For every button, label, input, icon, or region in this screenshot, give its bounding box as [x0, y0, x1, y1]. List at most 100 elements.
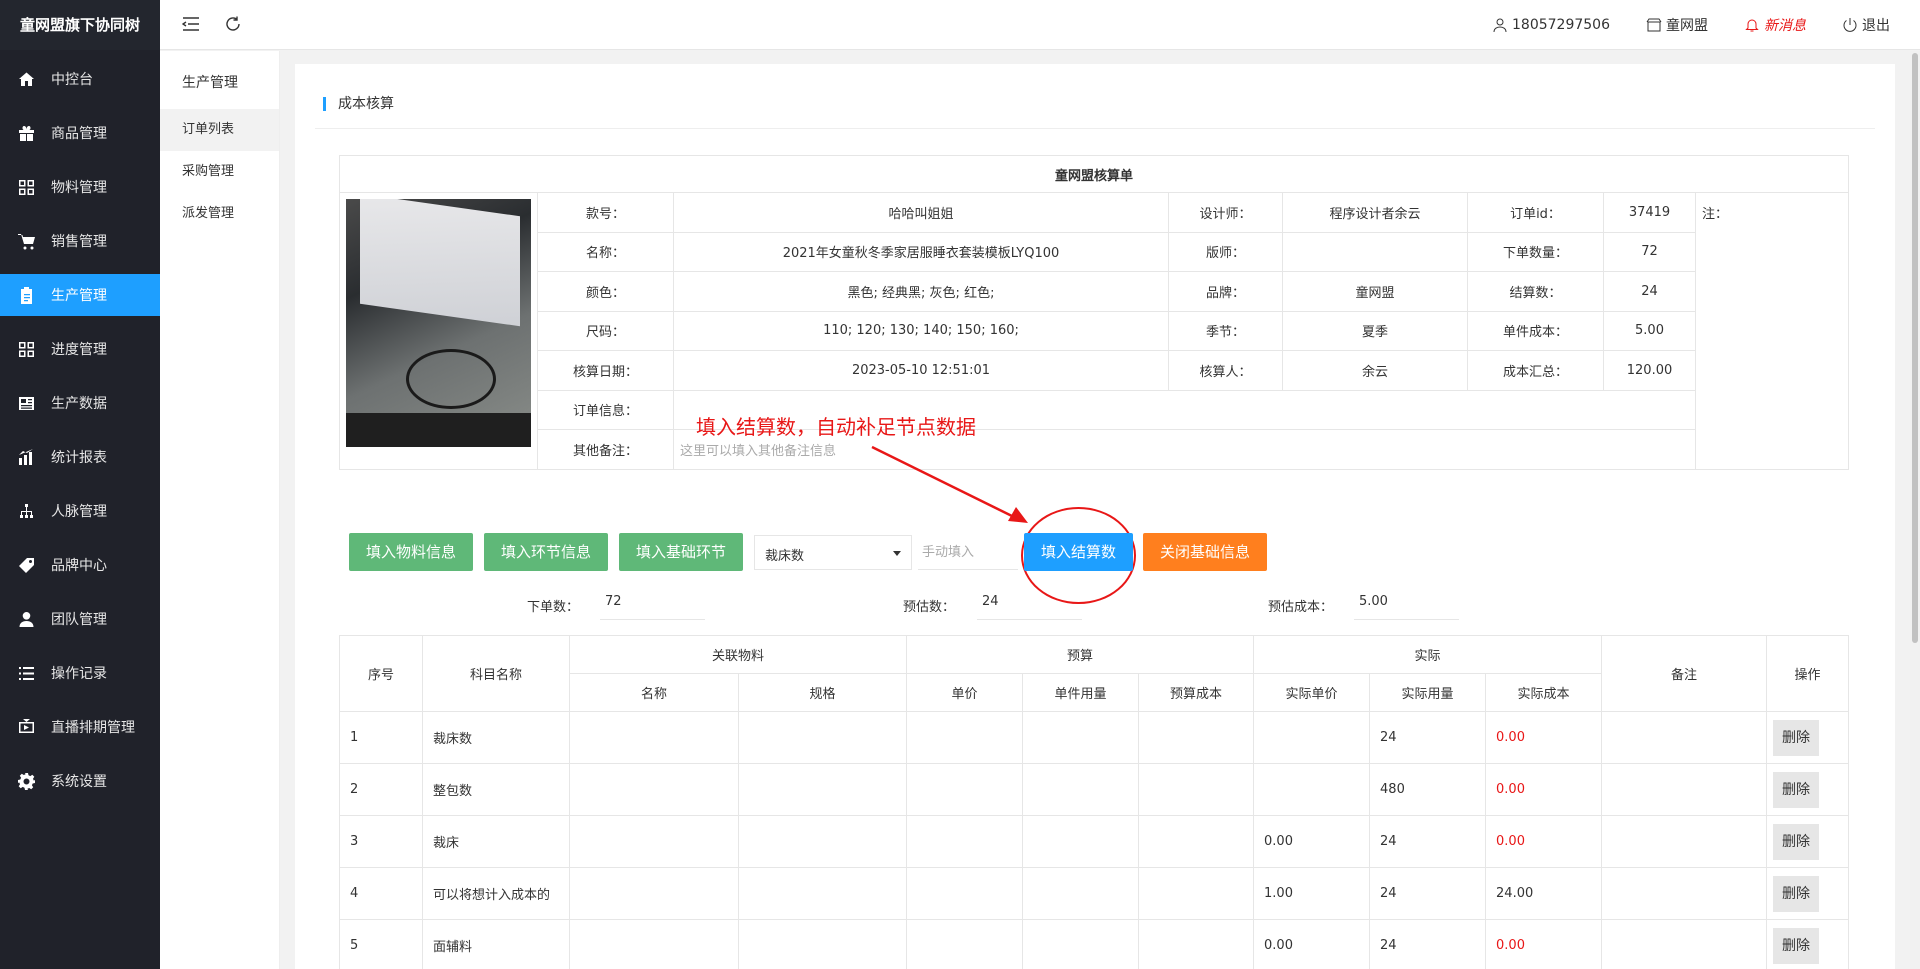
cell-remark — [1601, 711, 1768, 764]
sidebar-item-5[interactable]: 进度管理 — [0, 328, 160, 370]
brand-title: 童网盟旗下协同树 — [0, 0, 160, 50]
sidebar-item-label: 系统设置 — [51, 774, 107, 790]
value-season: 夏季 — [1282, 310, 1468, 351]
sidebar-item-8[interactable]: 人脉管理 — [0, 490, 160, 532]
col-op: 操作 — [1766, 635, 1850, 712]
delete-button[interactable]: 删除 — [1773, 875, 1820, 912]
sidebar-item-label: 中控台 — [51, 72, 93, 88]
section-title: 成本核算 — [323, 97, 394, 111]
new-messages-link[interactable]: 新消息 — [1744, 15, 1806, 35]
sidebar-item-12[interactable]: 直播排期管理 — [0, 706, 160, 748]
subnav-item-order-list[interactable]: 订单列表 — [160, 109, 279, 151]
fill-settle-button[interactable]: 填入结算数 — [1024, 533, 1134, 571]
label-settle-qty: 结算数： — [1467, 271, 1604, 312]
cell-budget-usage — [1022, 763, 1140, 816]
sidebar-item-6[interactable]: 生产数据 — [0, 382, 160, 424]
logout-link[interactable]: 退出 — [1842, 15, 1890, 35]
table-row: 5 面辅料 0.00 24 0.00 删除 — [339, 919, 1850, 969]
value-accountant: 余云 — [1282, 350, 1468, 391]
manual-input[interactable] — [918, 535, 1018, 570]
col-budget-cost: 预算成本 — [1138, 673, 1255, 712]
value-unit-cost: 5.00 — [1603, 310, 1696, 351]
fill-basic-step-button[interactable]: 填入基础环节 — [619, 533, 744, 571]
subnav-item-dispatch[interactable]: 派发管理 — [160, 193, 279, 235]
delete-button[interactable]: 删除 — [1773, 719, 1820, 756]
sidebar-item-13[interactable]: 系统设置 — [0, 760, 160, 802]
order-qty-label: 下单数： — [527, 600, 580, 615]
cell-seq: 4 — [339, 867, 423, 920]
shop-icon — [1646, 18, 1662, 32]
table-row: 4 可以将想计入成本的 1.00 24 24.00 删除 — [339, 867, 1850, 920]
subnav-item-purchase[interactable]: 采购管理 — [160, 151, 279, 193]
news-icon — [17, 394, 35, 412]
delete-button[interactable]: 删除 — [1773, 927, 1820, 964]
sidebar-item-label: 生产管理 — [51, 288, 107, 304]
sidebar-item-2[interactable]: 物料管理 — [0, 166, 160, 208]
label-order-id: 订单id： — [1467, 192, 1604, 233]
sheet-title: 童网盟核算单 — [338, 155, 1850, 193]
cell-material-name — [569, 711, 739, 764]
delete-button[interactable]: 删除 — [1773, 823, 1820, 860]
cell-subject: 可以将想计入成本的 — [422, 867, 570, 920]
sidebar-item-7[interactable]: 统计报表 — [0, 436, 160, 478]
order-qty-field[interactable]: 72 — [600, 590, 705, 620]
label-style-no: 款号： — [537, 192, 674, 233]
col-material-name: 名称 — [569, 673, 739, 712]
label-name: 名称： — [537, 231, 674, 272]
cell-remark — [1601, 919, 1768, 969]
step-select[interactable]: 裁床数 — [754, 535, 912, 570]
sidebar-item-4[interactable]: 生产管理 — [0, 274, 160, 316]
sidebar-item-3[interactable]: 销售管理 — [0, 220, 160, 262]
cell-budget-price — [906, 867, 1024, 920]
sidebar-item-0[interactable]: 中控台 — [0, 58, 160, 100]
cell-budget-cost — [1138, 919, 1255, 969]
cell-material-spec — [737, 919, 908, 969]
cell-subject: 整包数 — [422, 763, 570, 816]
shop-name: 童网盟 — [1666, 18, 1708, 34]
label-designer: 设计师： — [1168, 192, 1283, 233]
refresh-icon[interactable] — [224, 15, 242, 37]
value-settle-qty: 24 — [1603, 271, 1696, 312]
estimate-cost-field[interactable]: 5.00 — [1354, 590, 1459, 620]
cell-actual-usage: 480 — [1369, 763, 1487, 816]
cell-seq: 1 — [339, 711, 423, 764]
col-material-spec: 规格 — [737, 673, 908, 712]
delete-button[interactable]: 删除 — [1773, 771, 1820, 808]
close-basic-info-button[interactable]: 关闭基础信息 — [1143, 533, 1268, 571]
cell-budget-cost — [1138, 763, 1255, 816]
fill-step-button[interactable]: 填入环节信息 — [484, 533, 609, 571]
sidebar-item-label: 进度管理 — [51, 342, 107, 358]
product-photo-cell — [339, 192, 538, 470]
col-group-material: 关联物料 — [568, 635, 908, 674]
page-scrollbar[interactable] — [1910, 51, 1920, 969]
home-icon — [17, 70, 35, 88]
sidebar-item-11[interactable]: 操作记录 — [0, 652, 160, 694]
cell-op: 删除 — [1766, 711, 1850, 764]
power-icon — [1843, 18, 1857, 32]
cell-actual-cost: 0.00 — [1485, 711, 1603, 764]
cost-items-table: 序号 科目名称 关联物料 预算 实际 备注 操作 名称 规格 单价 单件用量 预… — [339, 635, 1850, 969]
shop-link[interactable]: 童网盟 — [1646, 15, 1708, 35]
logout-label: 退出 — [1862, 18, 1890, 34]
fill-material-button[interactable]: 填入物料信息 — [349, 533, 474, 571]
sub-navigation: 生产管理 订单列表 采购管理 派发管理 — [160, 51, 280, 969]
cell-actual-price — [1253, 711, 1371, 764]
cell-subject: 面辅料 — [422, 919, 570, 969]
cell-actual-price: 0.00 — [1253, 815, 1371, 868]
chart-icon — [17, 448, 35, 466]
cell-seq: 2 — [339, 763, 423, 816]
sidebar-item-9[interactable]: 品牌中心 — [0, 544, 160, 586]
gear-icon — [17, 772, 35, 790]
cell-seq: 3 — [339, 815, 423, 868]
sidebar-item-1[interactable]: 商品管理 — [0, 112, 160, 154]
sidebar-item-label: 直播排期管理 — [51, 720, 135, 736]
step-select-value: 裁床数 — [765, 549, 805, 564]
estimate-qty-field[interactable]: 24 — [977, 590, 1082, 620]
cell-material-spec — [737, 815, 908, 868]
cell-budget-usage — [1022, 867, 1140, 920]
cell-actual-price: 0.00 — [1253, 919, 1371, 969]
user-account[interactable]: 18057297506 — [1492, 17, 1610, 33]
menu-collapse-icon[interactable] — [181, 15, 200, 37]
list-icon — [17, 664, 35, 682]
sidebar-item-10[interactable]: 团队管理 — [0, 598, 160, 640]
